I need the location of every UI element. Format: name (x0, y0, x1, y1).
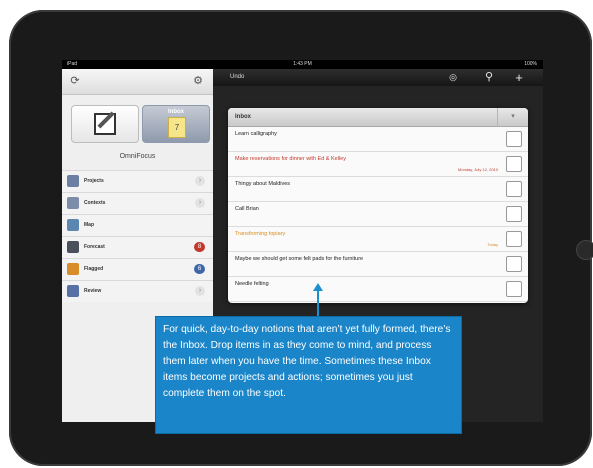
list-item[interactable]: Learn calligraphy (228, 127, 528, 152)
contexts-icon (67, 197, 79, 209)
chevron-right-icon: › (195, 198, 205, 208)
list-item[interactable]: Needle felting (228, 277, 528, 302)
completion-checkbox[interactable] (506, 131, 522, 147)
chevron-down-icon[interactable]: ▾ (497, 108, 528, 126)
sidebar-item-label: Contexts (84, 200, 106, 206)
forecast-icon (67, 241, 79, 253)
app-name: OmniFocus (119, 153, 156, 160)
completion-checkbox[interactable] (506, 281, 522, 297)
sidebar-item-map[interactable]: Map (62, 214, 213, 236)
sidebar-item-contexts[interactable]: Contexts › (62, 192, 213, 214)
sidebar-item-label: Map (84, 222, 94, 228)
battery-label: 100% (524, 61, 537, 67)
list-item[interactable]: Thingy about Maldives (228, 177, 528, 202)
inbox-list: Learn calligraphy Make reservations for d… (228, 127, 528, 302)
action-title: Make reservations for dinner with Ed & K… (235, 156, 346, 162)
callout-box: For quick, day-to-day notions that aren’… (155, 316, 462, 434)
sidebar-item-review[interactable]: Review › (62, 280, 213, 302)
action-title: Thingy about Maldives (235, 181, 291, 187)
sidebar-item-label: Projects (84, 178, 104, 184)
completion-checkbox[interactable] (506, 231, 522, 247)
gear-icon[interactable]: ⚙ (191, 74, 205, 88)
projects-icon (67, 175, 79, 187)
inbox-panel: Inbox ▾ Learn calligraphy Make reservatio… (228, 108, 528, 303)
sidebar-toolbar: ⟳ ⚙ (62, 69, 213, 95)
map-icon (67, 219, 79, 231)
list-item[interactable]: Maybe we should get some felt pads for t… (228, 252, 528, 277)
completion-checkbox[interactable] (506, 156, 522, 172)
sidebar-item-projects[interactable]: Projects › (62, 170, 213, 192)
eye-icon[interactable]: ◎ (446, 71, 460, 84)
home-button[interactable] (576, 240, 593, 260)
list-item[interactable]: Call Brian (228, 202, 528, 227)
action-title: Maybe we should get some felt pads for t… (235, 256, 364, 262)
inbox-count: 7 (168, 117, 186, 138)
list-item[interactable]: Make reservations for dinner with Ed & K… (228, 152, 528, 177)
quick-entry-button[interactable] (71, 105, 139, 143)
sidebar-menu: Projects › Contexts › Map Forecast 8 Flagged 6 Re… (62, 170, 213, 302)
sidebar-item-label: Flagged (84, 266, 104, 272)
sync-icon[interactable]: ⟳ (68, 74, 82, 88)
chevron-right-icon: › (195, 286, 205, 296)
sidebar-item-forecast[interactable]: Forecast 8 (62, 236, 213, 258)
inbox-button[interactable]: Inbox 7 (142, 105, 210, 143)
inbox-panel-header: Inbox ▾ (228, 108, 528, 127)
count-badge: 6 (194, 264, 205, 274)
action-title: Call Brian (235, 206, 259, 212)
completion-checkbox[interactable] (506, 181, 522, 197)
action-title: Needle felting (235, 281, 269, 287)
action-title: Transforming topiary (235, 231, 286, 237)
count-badge: 8 (194, 242, 205, 252)
sidebar-item-label: Review (84, 288, 102, 294)
plus-icon[interactable]: + (512, 71, 526, 84)
completion-checkbox[interactable] (506, 206, 522, 222)
main-toolbar: Undo ◎ ⚲ + (213, 69, 543, 86)
search-icon[interactable]: ⚲ (482, 71, 496, 84)
flagged-icon (67, 263, 79, 275)
action-title: Learn calligraphy (235, 131, 277, 137)
list-item[interactable]: Transforming topiary Today (228, 227, 528, 252)
chevron-right-icon: › (195, 176, 205, 186)
review-icon (67, 285, 79, 297)
callout-arrow-line (317, 289, 319, 317)
inbox-panel-title: Inbox (235, 114, 251, 120)
due-date: Monday, July 12, 2010 (458, 167, 498, 172)
status-bar: iPad 1:43 PM 100% (62, 60, 543, 69)
inbox-button-label: Inbox (168, 109, 184, 115)
undo-button[interactable]: Undo (230, 69, 244, 86)
clock: 1:43 PM (293, 61, 312, 67)
sidebar-item-flagged[interactable]: Flagged 6 (62, 258, 213, 280)
sidebar-item-label: Forecast (84, 244, 105, 250)
completion-checkbox[interactable] (506, 256, 522, 272)
due-date: Today (487, 242, 498, 247)
